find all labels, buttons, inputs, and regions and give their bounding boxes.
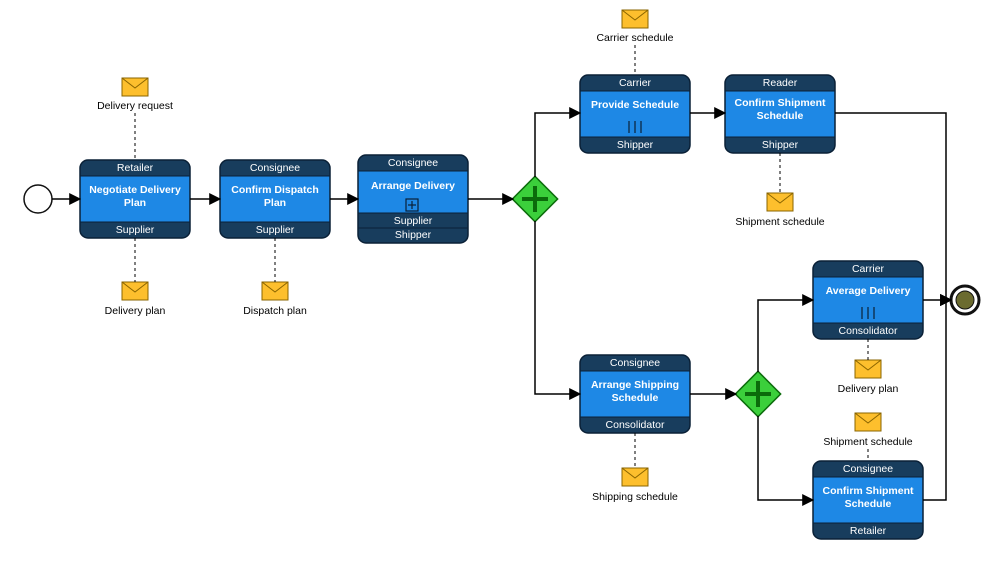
role-top-label: Consignee (610, 357, 660, 369)
role-bot-label: Retailer (850, 525, 887, 537)
start-event (24, 185, 52, 213)
task-title-l2: Schedule (612, 392, 659, 404)
message-label: Carrier schedule (596, 32, 673, 44)
parallel-gateway-1 (512, 176, 557, 221)
message-delivery-plan-1: Delivery plan (105, 282, 166, 317)
role-top-label: Consignee (843, 463, 893, 475)
flow-gw1-to-arrship (535, 221, 580, 394)
role-top-label: Carrier (619, 77, 652, 89)
role-bot-label-1: Supplier (394, 215, 433, 227)
role-top-label: Consignee (250, 162, 300, 174)
task-arrange-delivery: Consignee Arrange Delivery Supplier Ship… (358, 155, 468, 243)
task-title-l1: Arrange Shipping (591, 379, 679, 391)
task-title-l2: Plan (264, 197, 286, 209)
task-title-l2: Plan (124, 197, 146, 209)
task-title-l1: Negotiate Delivery (89, 184, 181, 196)
task-title-l1: Arrange Delivery (371, 180, 455, 192)
task-title-l1: Provide Schedule (591, 99, 679, 111)
end-event (951, 286, 979, 314)
flow-confirmbot-to-end (923, 300, 951, 500)
task-negotiate-delivery-plan: Retailer Negotiate Delivery Plan Supplie… (80, 160, 190, 238)
task-title-l2: Schedule (757, 110, 804, 122)
flow-gw2-to-avg (758, 300, 813, 372)
task-confirm-shipment-bot: Consignee Confirm Shipment Schedule Reta… (813, 461, 923, 539)
task-title-l1: Confirm Dispatch (231, 184, 319, 196)
role-bot-label-2: Shipper (395, 229, 432, 241)
task-confirm-dispatch-plan: Consignee Confirm Dispatch Plan Supplier (220, 160, 330, 238)
role-top-label: Retailer (117, 162, 154, 174)
message-dispatch-plan: Dispatch plan (243, 282, 307, 317)
message-label: Delivery request (97, 100, 173, 112)
message-label: Shipment schedule (823, 436, 912, 448)
task-title-l1: Confirm Shipment (823, 485, 915, 497)
task-arrange-shipping-schedule: Consignee Arrange Shipping Schedule Cons… (580, 355, 690, 433)
role-bot-label: Shipper (762, 139, 799, 151)
task-title-l1: Confirm Shipment (735, 97, 827, 109)
message-shipment-schedule-top: Shipment schedule (735, 193, 824, 228)
role-bot-label: Supplier (256, 224, 295, 236)
role-bot-label: Shipper (617, 139, 654, 151)
message-label: Delivery plan (105, 305, 166, 317)
message-shipment-schedule-mid: Shipment schedule (823, 413, 912, 448)
role-top-label: Consignee (388, 157, 438, 169)
task-confirm-shipment-top: Reader Confirm Shipment Schedule Shipper (725, 75, 835, 153)
message-label: Shipping schedule (592, 491, 678, 503)
flow-gw1-to-provide (535, 113, 580, 177)
role-top-label: Carrier (852, 263, 885, 275)
task-title-l1: Average Delivery (826, 285, 911, 297)
message-label: Shipment schedule (735, 216, 824, 228)
message-delivery-request: Delivery request (97, 78, 173, 112)
message-shipping-schedule: Shipping schedule (592, 468, 678, 503)
message-delivery-plan-2: Delivery plan (838, 360, 899, 395)
task-provide-schedule: Carrier Provide Schedule Shipper (580, 75, 690, 153)
message-carrier-schedule: Carrier schedule (596, 10, 673, 44)
flow-gw2-to-confirmbot (758, 416, 813, 500)
task-title-l2: Schedule (845, 498, 892, 510)
parallel-gateway-2 (735, 371, 780, 416)
message-label: Dispatch plan (243, 305, 307, 317)
role-top-label: Reader (763, 77, 798, 89)
task-average-delivery: Carrier Average Delivery Consolidator (813, 261, 923, 339)
role-bot-label: Consolidator (839, 325, 898, 337)
role-bot-label: Consolidator (606, 419, 665, 431)
role-bot-label: Supplier (116, 224, 155, 236)
message-label: Delivery plan (838, 383, 899, 395)
